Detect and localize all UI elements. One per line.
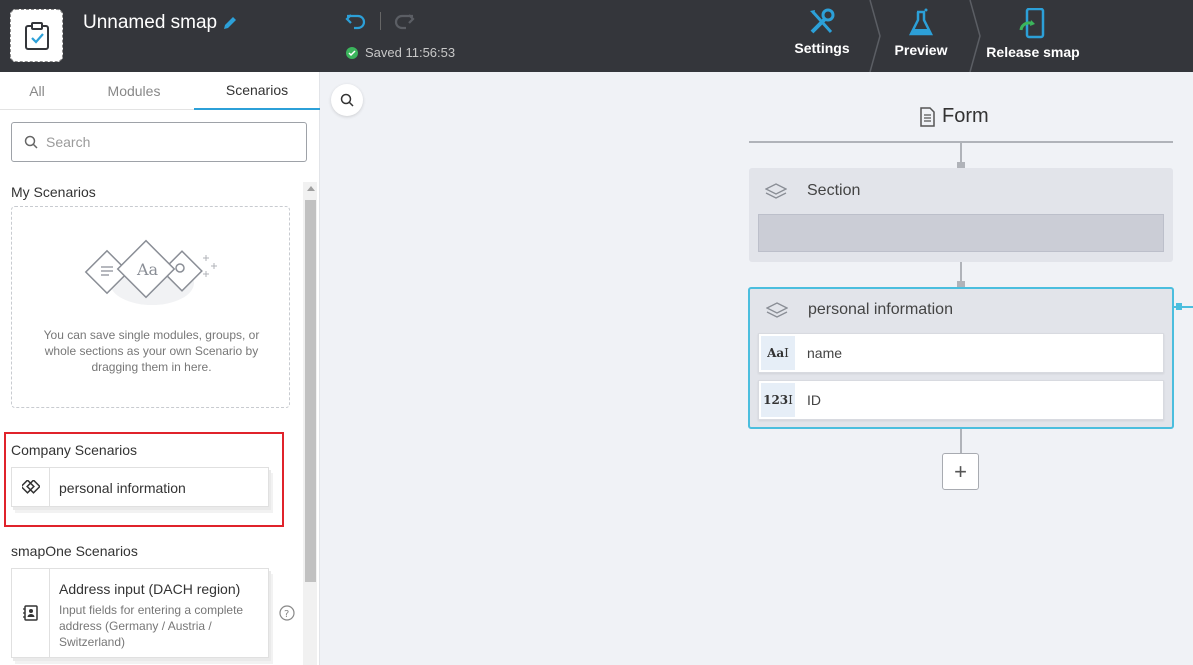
field-label: name	[807, 345, 843, 361]
scenario-label: personal information	[59, 480, 186, 496]
scenario-description: Input fields for entering a complete add…	[59, 603, 244, 649]
scenario-illustration-icon: Aa	[84, 239, 217, 305]
pencil-icon[interactable]	[222, 15, 238, 31]
smapone-scenarios-title: smapOne Scenarios	[11, 543, 138, 559]
tools-icon	[810, 8, 835, 34]
add-element-button[interactable]: +	[942, 453, 979, 490]
redo-icon[interactable]	[392, 9, 416, 33]
breadcrumb-chevron	[869, 0, 881, 72]
search-box[interactable]	[11, 122, 307, 162]
breadcrumb-chevron	[969, 0, 981, 72]
search-icon	[24, 135, 38, 149]
toolbar-divider	[380, 12, 381, 30]
document-icon	[920, 106, 935, 127]
tab-all[interactable]: All	[0, 72, 74, 110]
sidebar: All Modules Scenarios My Scenarios Aa Yo…	[0, 72, 320, 665]
my-scenarios-hint: You can save single modules, groups, or …	[43, 328, 260, 374]
phone-release-icon	[1019, 8, 1045, 39]
tab-modules[interactable]: Modules	[74, 72, 194, 110]
release-label: Release smap	[986, 44, 1080, 60]
group-title: personal information	[808, 301, 953, 318]
connector-line	[960, 429, 962, 453]
preview-button[interactable]: Preview	[890, 0, 952, 72]
address-card-icon	[12, 569, 50, 657]
my-scenarios-dropzone[interactable]: Aa You can save single modules, groups, …	[11, 206, 290, 408]
field-id[interactable]: 123 I ID	[758, 380, 1164, 420]
form-title-text: Form	[942, 105, 989, 127]
text-field-icon: Aa I	[761, 336, 795, 370]
scroll-up-arrow-icon[interactable]	[307, 186, 315, 191]
section-title: Section	[807, 182, 861, 199]
svg-text:?: ?	[284, 609, 289, 620]
group-header: personal information	[766, 301, 953, 319]
app-title[interactable]: Unnamed smap	[83, 12, 217, 34]
field-name[interactable]: Aa I name	[758, 333, 1164, 373]
section-header: Section	[765, 182, 860, 200]
flask-icon	[908, 8, 934, 36]
field-label: ID	[807, 392, 821, 408]
help-icon[interactable]: ?	[279, 605, 295, 621]
saved-text: Saved 11:56:53	[365, 45, 456, 60]
group-personal-information[interactable]: personal information Aa I name 123 I ID	[748, 287, 1174, 429]
scenario-card-personal-information[interactable]: personal information	[11, 467, 269, 507]
sidebar-scroll-thumb[interactable]	[305, 200, 316, 582]
form-title: Form	[918, 105, 989, 128]
top-bar: Unnamed smap Saved 11:56:53 Settings Pre…	[0, 0, 1193, 72]
preview-label: Preview	[894, 42, 948, 58]
connector-dot	[1176, 303, 1182, 310]
svg-text:Aa: Aa	[136, 260, 159, 279]
app-clipboard-icon[interactable]	[10, 9, 63, 62]
search-input[interactable]	[46, 134, 276, 150]
check-circle-icon	[346, 46, 358, 59]
canvas-search-button[interactable]	[331, 84, 363, 116]
sidebar-tabs: All Modules Scenarios	[0, 72, 320, 110]
tab-scenarios[interactable]: Scenarios	[194, 72, 320, 110]
scenario-card-address-input[interactable]: Address input (DACH region) Input fields…	[11, 568, 269, 658]
settings-label: Settings	[794, 40, 850, 56]
layers-icon	[766, 302, 788, 318]
company-scenarios-title: Company Scenarios	[11, 442, 138, 458]
section-block[interactable]: Section	[749, 168, 1173, 262]
layers-icon	[765, 183, 787, 199]
scenario-label: Address input (DACH region)	[59, 581, 241, 597]
scenario-icon	[12, 468, 50, 506]
undo-icon[interactable]	[344, 9, 368, 33]
my-scenarios-title: My Scenarios	[11, 184, 96, 200]
search-icon	[340, 93, 354, 107]
section-dropzone[interactable]	[758, 214, 1164, 252]
number-field-icon: 123 I	[761, 383, 795, 417]
settings-button[interactable]: Settings	[790, 0, 854, 72]
release-smap-button[interactable]: Release smap	[984, 0, 1082, 72]
save-status: Saved 11:56:53	[346, 45, 455, 60]
